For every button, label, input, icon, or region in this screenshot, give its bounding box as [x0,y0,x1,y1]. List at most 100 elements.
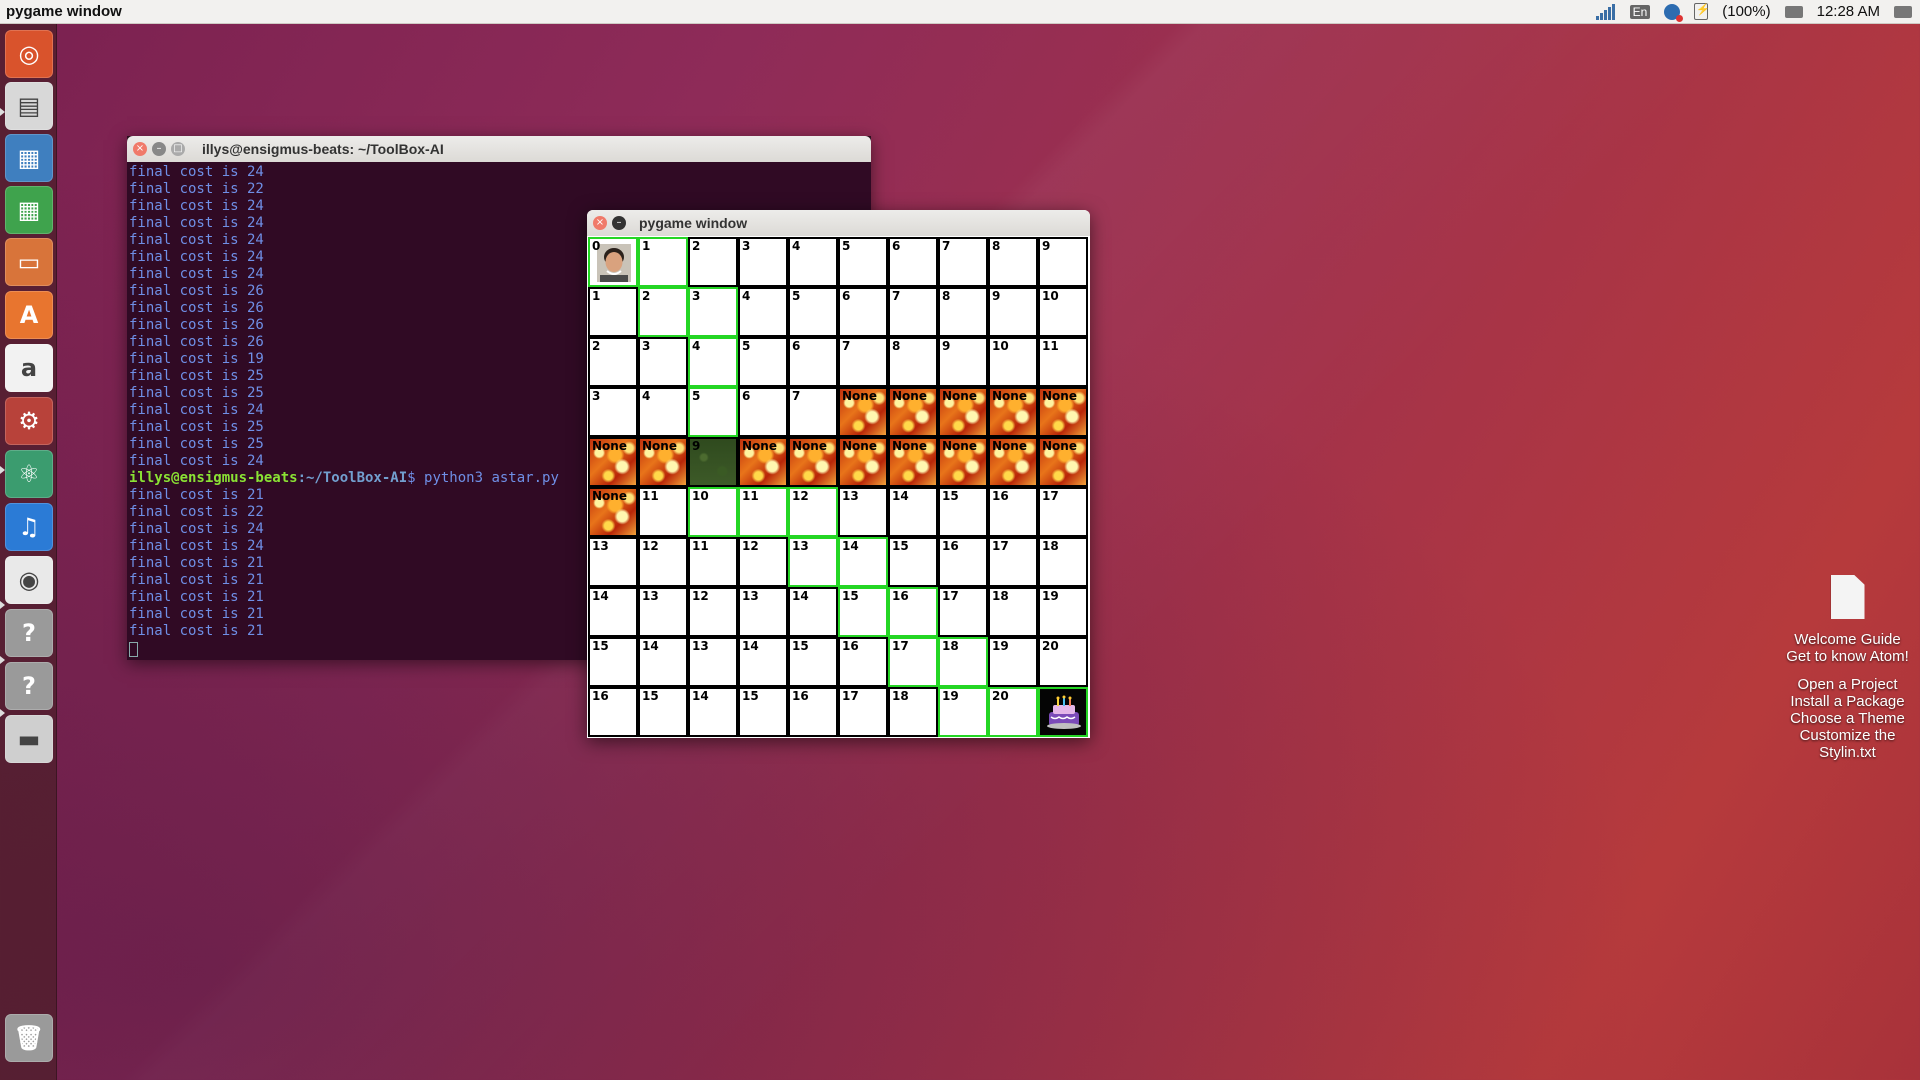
grid-cell-normal[interactable]: 16 [788,687,838,737]
grid-cell-normal[interactable]: 19 [1038,587,1088,637]
grid-cell-normal[interactable]: 14 [888,487,938,537]
grid-cell-normal[interactable]: 12 [688,587,738,637]
grid-cell-fire[interactable]: None [838,437,888,487]
grid-cell-normal[interactable]: 5 [788,287,838,337]
grid-cell-normal[interactable]: 17 [1038,487,1088,537]
grid-cell-start[interactable]: 0 [588,237,638,287]
software-center-icon[interactable]: A [5,291,53,339]
maximize-icon[interactable]: □ [171,142,185,156]
grid-cell-normal[interactable]: 14 [638,637,688,687]
grid-cell-fire[interactable]: None [638,437,688,487]
grid-cell-normal[interactable]: 16 [588,687,638,737]
mail-indicator-icon[interactable] [1784,5,1803,18]
grid-cell-path[interactable]: 18 [938,637,988,687]
grid-cell-normal[interactable]: 15 [588,637,638,687]
grid-cell-normal[interactable]: 13 [738,587,788,637]
grid-cell-path[interactable]: 12 [788,487,838,537]
grid-cell-normal[interactable]: 7 [938,237,988,287]
grid-cell-normal[interactable]: 9 [1038,237,1088,287]
amazon-icon[interactable]: a [5,344,53,392]
grid-cell-normal[interactable]: 7 [788,387,838,437]
grid-cell-path[interactable]: 20 [988,687,1038,737]
grid-cell-normal[interactable]: 20 [1038,637,1088,687]
pygame-titlebar[interactable]: × – pygame window [587,210,1090,236]
grid-cell-normal[interactable]: 13 [638,587,688,637]
network-signal-icon[interactable] [1596,3,1616,20]
grid-cell-normal[interactable]: 4 [738,287,788,337]
grid-cell-normal[interactable]: 4 [638,387,688,437]
grid-cell-fire[interactable]: None [938,387,988,437]
grid-cell-normal[interactable]: 8 [988,237,1038,287]
grid-cell-fire[interactable]: None [988,437,1038,487]
grid-cell-fire[interactable]: None [1038,437,1088,487]
grid-cell-normal[interactable]: 10 [988,337,1038,387]
clock[interactable]: 12:28 AM [1817,3,1880,20]
libreoffice-calc-icon[interactable]: ▦ [5,186,53,234]
grid-cell-normal[interactable]: 14 [788,587,838,637]
grid-cell-normal[interactable]: 6 [788,337,838,387]
unknown-app-icon[interactable]: ? [5,662,53,710]
grid-cell-fire[interactable]: None [888,387,938,437]
keyboard-language-indicator[interactable]: En [1629,4,1651,19]
unknown-app-icon[interactable]: ? [5,609,53,657]
disk-drive-icon[interactable]: ▬ [5,715,53,763]
grid-cell-normal[interactable]: 9 [938,337,988,387]
battery-icon[interactable] [1694,3,1710,20]
grid-cell-normal[interactable]: 12 [638,537,688,587]
grid-cell-path[interactable]: 16 [888,587,938,637]
grid-cell-normal[interactable]: 7 [888,287,938,337]
grid-cell-normal[interactable]: 19 [988,637,1038,687]
trash-icon[interactable]: 🗑 [5,1014,53,1062]
grid-cell-normal[interactable]: 6 [888,237,938,287]
grid-cell-fire[interactable]: None [788,437,838,487]
grid-cell-normal[interactable]: 6 [838,287,888,337]
battery-percentage[interactable]: (100%) [1722,3,1770,20]
grid-cell-normal[interactable]: 15 [788,637,838,687]
minimize-icon[interactable]: – [152,142,166,156]
grid-cell-path[interactable]: 3 [688,287,738,337]
astar-grid[interactable]: 0 1 2 3 4 5 6 7 8 9 1 2 3 4 5 6 7 8 9 10 2 3 4 5 6 7 8 9 10 11 3 4 5 6 7 No… [588,237,1088,737]
music-player-icon[interactable]: ♫ [5,503,53,551]
grid-cell-normal[interactable]: 3 [588,387,638,437]
grid-cell-normal[interactable]: 15 [638,687,688,737]
bluetooth-icon[interactable] [1664,3,1684,22]
grid-cell-fire[interactable]: None [988,387,1038,437]
grid-cell-path[interactable]: 17 [888,637,938,687]
grid-cell-normal[interactable]: 15 [738,687,788,737]
grid-cell-fire[interactable]: None [1038,387,1088,437]
grid-cell-normal[interactable]: 16 [938,537,988,587]
grid-cell-normal[interactable]: 16 [988,487,1038,537]
grid-cell-path[interactable]: 11 [738,487,788,537]
grid-cell-normal[interactable]: 9 [988,287,1038,337]
grid-cell-normal[interactable]: 3 [638,337,688,387]
grid-cell-path[interactable]: 5 [688,387,738,437]
system-settings-icon[interactable]: ⚙ [5,397,53,445]
grid-cell-path[interactable]: 14 [838,537,888,587]
grid-cell-normal[interactable]: 1 [588,287,638,337]
grid-cell-normal[interactable]: 11 [638,487,688,537]
grid-cell-grass[interactable]: 9 [688,437,738,487]
minimize-icon[interactable]: – [612,216,626,230]
grid-cell-normal[interactable]: 6 [738,387,788,437]
grid-cell-path[interactable]: 2 [638,287,688,337]
grid-cell-normal[interactable]: 17 [838,687,888,737]
chrome-browser-icon[interactable]: ◉ [5,556,53,604]
grid-cell-normal[interactable]: 8 [938,287,988,337]
session-menu-icon[interactable] [1894,5,1912,18]
grid-cell-path[interactable]: 4 [688,337,738,387]
libreoffice-impress-icon[interactable]: ▭ [5,238,53,286]
grid-cell-fire[interactable]: None [888,437,938,487]
grid-cell-normal[interactable]: 18 [1038,537,1088,587]
grid-cell-fire[interactable]: None [588,487,638,537]
atom-editor-icon[interactable]: ⚛ [5,450,53,498]
grid-cell-path[interactable]: 1 [638,237,688,287]
grid-cell-normal[interactable]: 17 [938,587,988,637]
grid-cell-normal[interactable]: 11 [1038,337,1088,387]
close-icon[interactable]: × [593,216,607,230]
grid-cell-normal[interactable]: 15 [938,487,988,537]
grid-cell-normal[interactable]: 2 [688,237,738,287]
grid-cell-normal[interactable]: 13 [688,637,738,687]
grid-cell-normal[interactable]: 17 [988,537,1038,587]
grid-cell-fire[interactable]: None [938,437,988,487]
grid-cell-path[interactable]: 15 [838,587,888,637]
